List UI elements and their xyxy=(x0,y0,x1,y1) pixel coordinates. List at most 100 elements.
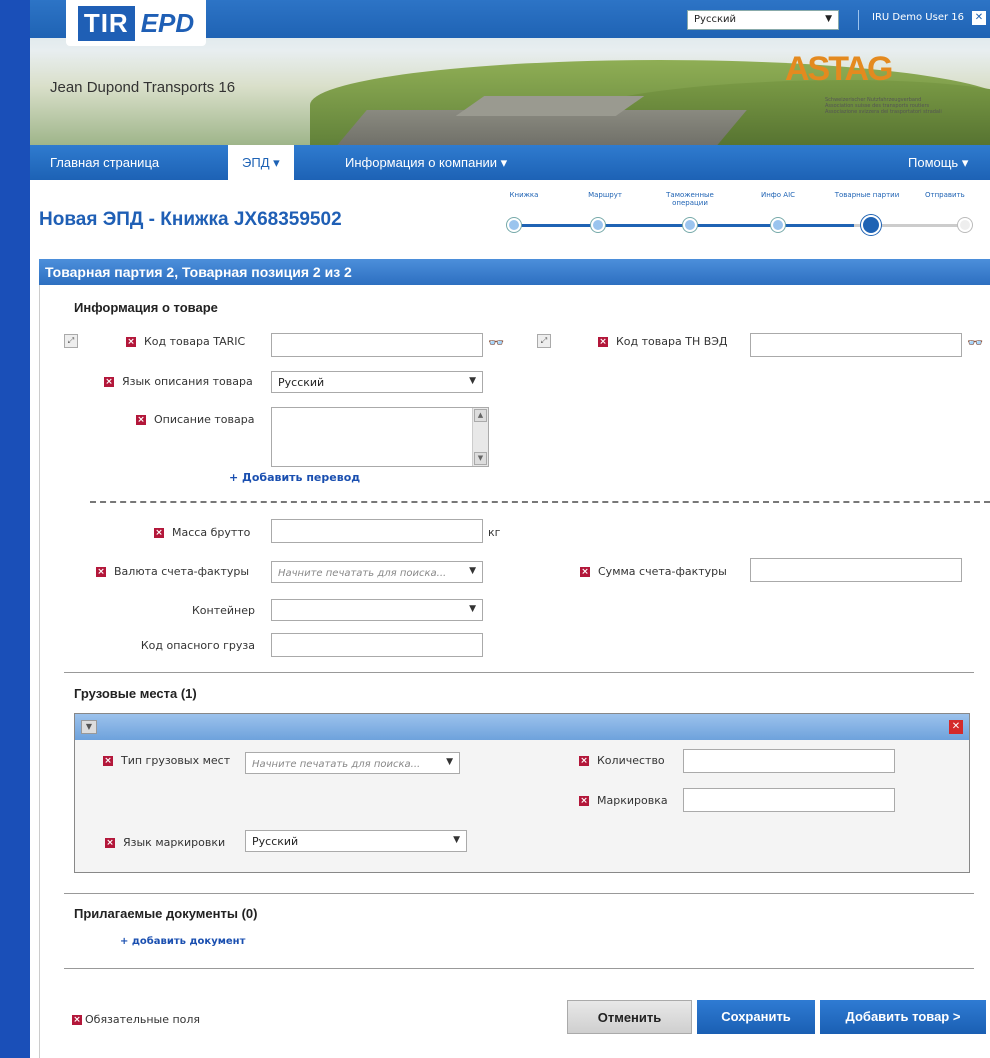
required-note-text: Обязательные поля xyxy=(85,1013,201,1026)
hazard-label: Код опасного груза xyxy=(140,639,255,652)
step-label: Маршрут xyxy=(588,191,622,199)
taric-input[interactable] xyxy=(271,333,483,357)
required-icon: × xyxy=(136,415,146,425)
description-textarea[interactable]: ▲ ▼ xyxy=(271,407,489,467)
required-icon: × xyxy=(580,567,590,577)
required-icon: × xyxy=(579,796,589,806)
gross-label-text: Масса брутто xyxy=(172,526,251,539)
desc-label-text: Описание товара xyxy=(154,413,255,426)
app-frame: TIR EPD Jean Dupond Transports 16 Русски… xyxy=(30,0,990,1058)
step-label: Товарные партии xyxy=(834,191,900,199)
section-divider xyxy=(90,501,990,503)
binoculars-icon[interactable]: 👓 xyxy=(967,336,983,351)
chevron-down-icon: ▼ xyxy=(469,376,476,386)
cargo-panel: ▼ ✕ × Тип грузовых мест Начните печатать … xyxy=(74,713,970,873)
desc-lang-label: × Язык описания товара xyxy=(104,375,264,388)
step-label: Инфо AIC xyxy=(760,191,796,199)
required-icon: × xyxy=(103,756,113,766)
marking-language-select[interactable]: Русский ▼ xyxy=(245,830,467,852)
chevron-down-icon: ▼ xyxy=(446,757,453,767)
astag-logo: ASTAG xyxy=(785,50,893,88)
required-icon: × xyxy=(96,567,106,577)
desc-lang-label-text: Язык описания товара xyxy=(122,375,253,388)
step-dot-current[interactable] xyxy=(861,215,881,235)
quantity-input[interactable] xyxy=(683,749,895,773)
nav-company-info[interactable]: Информация о компании ▾ xyxy=(345,145,507,180)
logo-epd-text: EPD xyxy=(140,7,195,38)
save-button[interactable]: Сохранить xyxy=(697,1000,815,1034)
step-label: Отправить xyxy=(925,191,965,199)
quantity-label-text: Количество xyxy=(597,754,665,767)
chevron-down-icon: ▼ xyxy=(453,835,460,845)
copy-icon[interactable]: ⤢ xyxy=(64,334,78,348)
desc-language-select[interactable]: Русский ▼ xyxy=(271,371,483,393)
header-divider xyxy=(858,10,859,30)
cargo-type-select[interactable]: Начните печатать для поиска... ▼ xyxy=(245,752,460,774)
cargo-type-label: × Тип грузовых мест xyxy=(103,754,253,767)
tnved-input[interactable] xyxy=(750,333,962,357)
marking-lang-label-text: Язык маркировки xyxy=(123,836,226,849)
marking-language-value: Русский xyxy=(252,835,299,848)
nav-epd[interactable]: ЭПД ▾ xyxy=(228,145,294,180)
banner-road-2 xyxy=(455,96,645,116)
copy-icon[interactable]: ⤢ xyxy=(537,334,551,348)
required-icon: × xyxy=(72,1015,82,1025)
section-header: Товарная партия 2, Товарная позиция 2 из… xyxy=(39,259,990,285)
gross-label: × Масса брутто xyxy=(154,526,274,539)
add-goods-button[interactable]: Добавить товар > xyxy=(820,1000,986,1034)
divider xyxy=(64,893,974,894)
gross-mass-input[interactable] xyxy=(271,519,483,543)
header-banner: TIR EPD Jean Dupond Transports 16 Русски… xyxy=(30,0,990,145)
step-dot[interactable] xyxy=(683,218,697,232)
nav-help[interactable]: Помощь ▾ xyxy=(908,145,968,180)
astag-line-3: Associazione svizzera dei trasportatori … xyxy=(825,109,942,115)
invoice-sum-input[interactable] xyxy=(750,558,962,582)
cargo-type-label-text: Тип грузовых мест xyxy=(121,754,231,767)
astag-subtitle: Schweizerischer Nutzfahrzeugverband Asso… xyxy=(825,97,985,115)
required-icon: × xyxy=(126,337,136,347)
delete-icon[interactable]: ✕ xyxy=(949,720,963,734)
chevron-down-icon: ▼ xyxy=(825,14,832,24)
language-select-value: Русский xyxy=(694,14,736,25)
step-dot[interactable] xyxy=(591,218,605,232)
marking-label-text: Маркировка xyxy=(597,794,668,807)
hazard-code-input[interactable] xyxy=(271,633,483,657)
cargo-panel-header: ▼ ✕ xyxy=(75,714,969,740)
step-dot[interactable] xyxy=(507,218,521,232)
logout-icon[interactable]: ✕ xyxy=(972,11,986,25)
container-select[interactable]: ▼ xyxy=(271,599,483,621)
currency-select[interactable]: Начните печатать для поиска... ▼ xyxy=(271,561,483,583)
cargo-type-placeholder: Начните печатать для поиска... xyxy=(252,759,421,770)
cancel-button[interactable]: Отменить xyxy=(567,1000,692,1034)
divider xyxy=(64,672,974,673)
marking-input[interactable] xyxy=(683,788,895,812)
language-select[interactable]: Русский ▼ xyxy=(687,10,839,30)
taric-label: × Код товара TARIC xyxy=(126,335,256,348)
add-document-link[interactable]: + добавить документ xyxy=(120,936,245,947)
binoculars-icon[interactable]: 👓 xyxy=(488,336,504,351)
required-icon: × xyxy=(154,528,164,538)
step-dot[interactable] xyxy=(771,218,785,232)
tir-epd-logo[interactable]: TIR EPD xyxy=(66,0,206,46)
user-name[interactable]: IRU Demo User 16 xyxy=(872,12,964,23)
textarea-scrollbar[interactable]: ▲ ▼ xyxy=(472,408,488,466)
scroll-up-icon[interactable]: ▲ xyxy=(474,409,487,422)
gross-unit: кг xyxy=(488,526,501,539)
chevron-down-icon: ▼ xyxy=(469,566,476,576)
docs-heading: Прилагаемые документы (0) xyxy=(74,906,258,921)
company-name: Jean Dupond Transports 16 xyxy=(50,79,236,96)
collapse-icon[interactable]: ▼ xyxy=(81,720,97,734)
main-nav: Главная страница ЭПД ▾ Информация о комп… xyxy=(30,145,990,180)
currency-label-text: Валюта счета-фактуры xyxy=(114,565,250,578)
invoice-sum-label-text: Сумма счета-фактуры xyxy=(598,565,727,578)
required-icon: × xyxy=(105,838,115,848)
goods-heading: Информация о товаре xyxy=(74,300,218,315)
nav-home[interactable]: Главная страница xyxy=(50,145,159,180)
container-label: Контейнер xyxy=(192,604,255,617)
scroll-down-icon[interactable]: ▼ xyxy=(474,452,487,465)
step-label: Книжка xyxy=(509,191,539,199)
step-dot-pending[interactable] xyxy=(958,218,972,232)
marking-label: × Маркировка xyxy=(579,794,689,807)
add-translation-link[interactable]: + Добавить перевод xyxy=(229,471,360,484)
desc-language-value: Русский xyxy=(278,376,325,389)
